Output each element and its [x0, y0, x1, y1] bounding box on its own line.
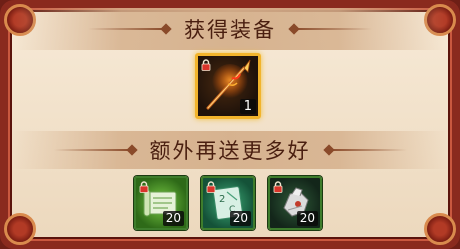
lock-icon [206, 181, 216, 193]
lock-icon [139, 181, 149, 193]
bonus-title: 额外再送更多好 [149, 139, 311, 163]
main-reward-slot[interactable]: 1 [195, 53, 261, 119]
bonus-item-slot[interactable]: 20 [134, 176, 188, 230]
lock-icon [273, 181, 283, 193]
obtained-equipment-title: 获得装备 [184, 18, 276, 42]
header-divider [328, 149, 407, 151]
bonus-header: 额外再送更多好 [12, 131, 448, 169]
item-count: 1 [239, 99, 256, 114]
bonus-item-slot[interactable]: 20 [268, 176, 322, 230]
item-count: 20 [162, 211, 184, 226]
header-divider [294, 28, 372, 30]
header-divider [53, 149, 132, 151]
bonus-item-slot[interactable]: 2 C 20 [201, 176, 255, 230]
item-count: 20 [296, 211, 318, 226]
svg-text:2: 2 [219, 194, 225, 205]
header-divider [88, 28, 166, 30]
frame-corner-ornament [424, 213, 456, 245]
frame-corner-ornament [4, 213, 36, 245]
item-count: 20 [229, 211, 251, 226]
obtained-equipment-header: 获得装备 [12, 8, 448, 50]
lock-icon [201, 59, 211, 71]
